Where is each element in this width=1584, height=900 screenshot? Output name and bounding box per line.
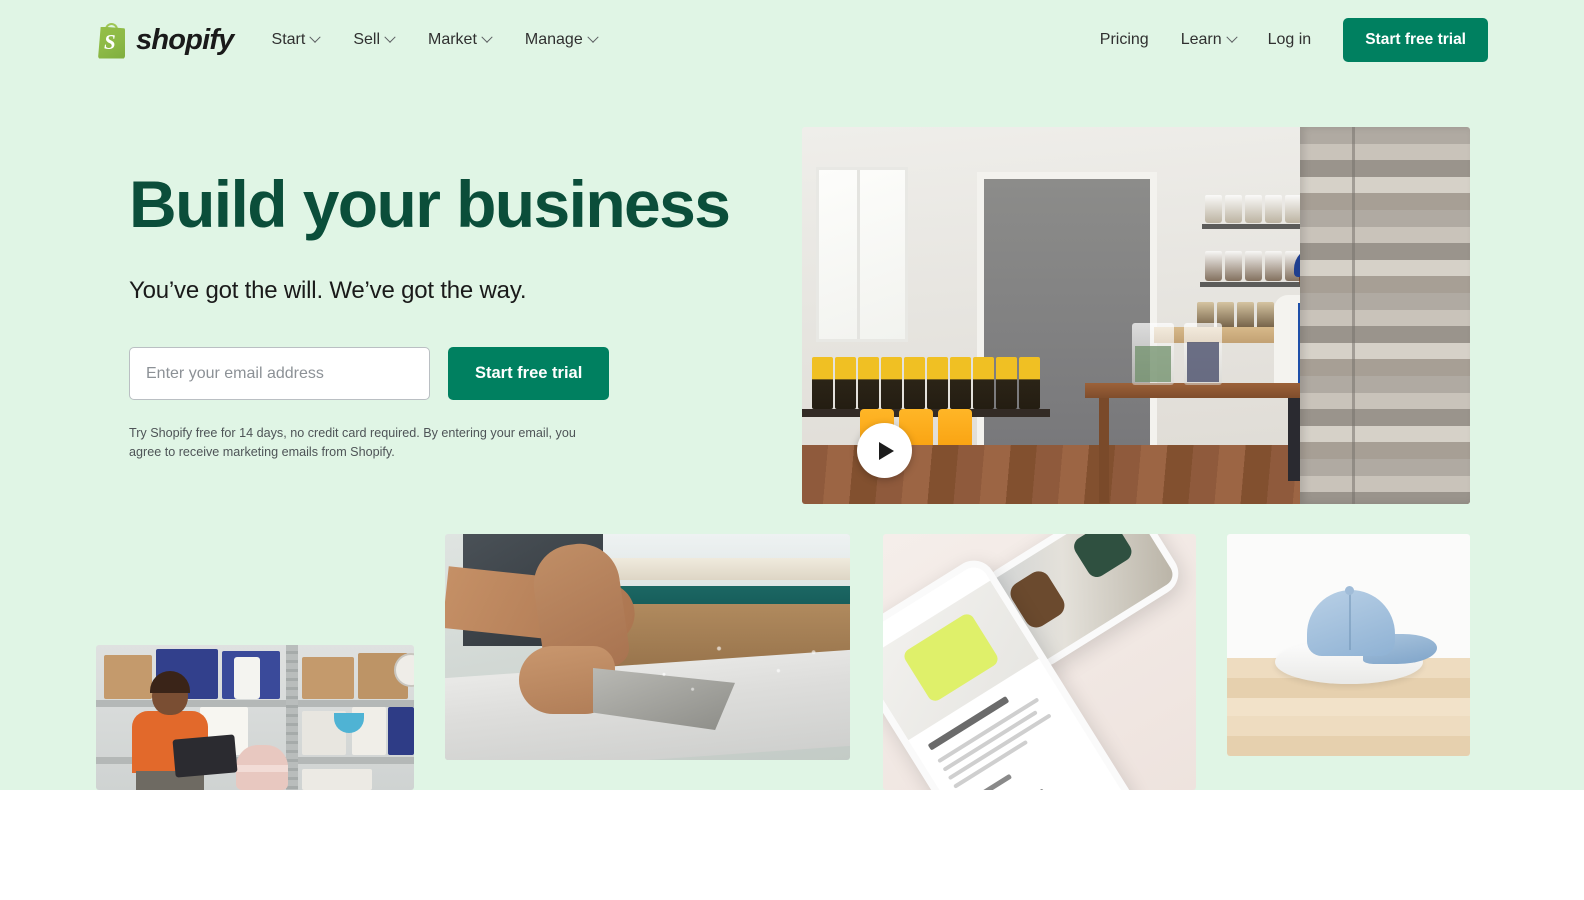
shopify-logo[interactable]: S shopify	[96, 22, 234, 59]
cap-top-button	[1345, 586, 1354, 595]
nav-label: Market	[428, 31, 477, 48]
shopify-bag-icon: S	[96, 22, 127, 59]
shelf-rail-upper	[96, 700, 414, 707]
hero-subheadline: You’ve got the will. We’ve got the way.	[129, 277, 527, 305]
chevron-down-icon	[587, 31, 599, 43]
storage-box	[104, 655, 152, 699]
chevron-down-icon	[309, 31, 321, 43]
reclaimed-wood-wall	[1300, 127, 1470, 504]
site-header: S shopify Start Sell Market Manage Prici…	[0, 0, 1584, 80]
cap-seam	[1349, 592, 1351, 650]
large-jar-blue	[1184, 323, 1222, 385]
storage-box	[388, 707, 414, 755]
nav-label: Manage	[524, 31, 583, 48]
logo-wordmark: shopify	[136, 23, 234, 56]
nav-item-learn[interactable]: Learn	[1180, 31, 1238, 49]
email-input[interactable]	[129, 347, 430, 401]
play-button[interactable]	[857, 423, 912, 478]
nav-item-sell[interactable]: Sell	[353, 31, 396, 49]
woodworking-photo[interactable]	[445, 534, 850, 760]
hero-content: Build your business You’ve got the will.…	[129, 167, 789, 461]
chevron-down-icon	[384, 31, 396, 43]
hero-start-free-trial-button[interactable]: Start free trial	[448, 347, 610, 401]
hero-headline: Build your business	[129, 167, 731, 241]
product-cap-photo[interactable]	[1227, 534, 1470, 756]
nav-item-market[interactable]: Market	[428, 31, 493, 49]
signup-form: Start free trial	[129, 347, 789, 401]
nav-label: Learn	[1180, 31, 1222, 48]
nav-label: Pricing	[1099, 31, 1149, 48]
signup-disclaimer: Try Shopify free for 14 days, no credit …	[129, 426, 576, 459]
white-pitcher	[234, 657, 260, 699]
nav-label: Start	[271, 31, 306, 48]
nav-label: Log in	[1267, 31, 1312, 48]
logo-letter: S	[104, 29, 116, 54]
nav-item-pricing[interactable]: Pricing	[1100, 31, 1149, 49]
bottle-row-left	[812, 357, 1040, 409]
primary-nav: Start Sell Market Manage	[271, 31, 599, 49]
nav-label: Sell	[353, 31, 380, 48]
chevron-down-icon	[1225, 31, 1238, 43]
chevron-down-icon	[481, 31, 493, 43]
play-icon	[879, 441, 894, 460]
mobile-store-photo[interactable]	[883, 534, 1196, 790]
nav-item-login[interactable]: Log in	[1268, 31, 1312, 49]
nav-item-start[interactable]: Start	[271, 31, 321, 49]
packed-order-bag	[236, 745, 288, 790]
header-start-free-trial-button[interactable]: Start free trial	[1343, 18, 1488, 62]
tablet-device	[172, 734, 238, 778]
secondary-nav: Pricing Learn Log in Start free trial	[1100, 18, 1488, 62]
workshop-door	[977, 172, 1157, 462]
nav-item-manage[interactable]: Manage	[524, 31, 599, 49]
hero-video[interactable]	[802, 127, 1470, 504]
shopify-homepage: S shopify Start Sell Market Manage Prici…	[0, 0, 1584, 900]
storage-box	[302, 769, 372, 790]
storage-box	[302, 657, 354, 699]
warehouse-photo[interactable]	[96, 645, 414, 790]
large-jar-green	[1132, 323, 1174, 385]
sanding-dust	[620, 630, 840, 704]
workshop-window	[816, 167, 908, 342]
